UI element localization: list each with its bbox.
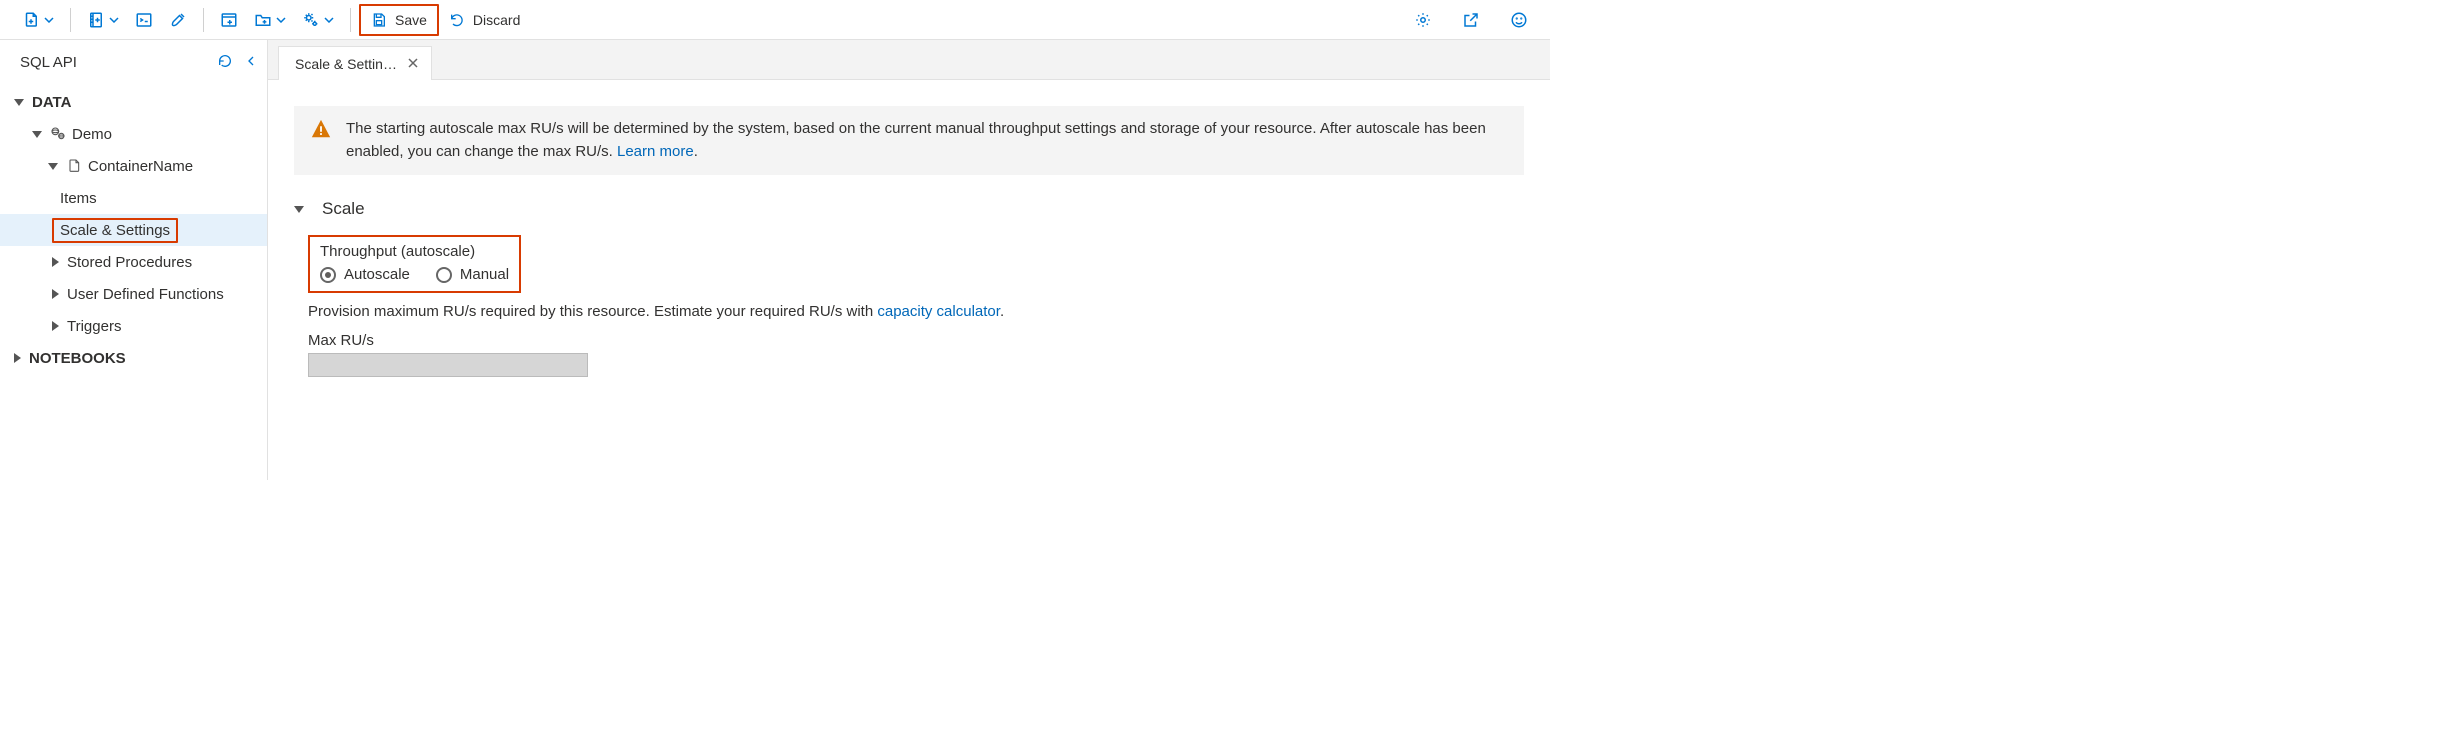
chevron-down-icon: [276, 17, 286, 23]
divider: [203, 8, 204, 32]
caret-down-icon: [294, 206, 304, 213]
throughput-label: Throughput (autoscale): [320, 243, 509, 260]
refresh-button[interactable]: [217, 53, 233, 72]
undo-icon: [449, 12, 465, 28]
caret-down-icon: [48, 163, 58, 170]
provision-text: Provision maximum RU/s required by this …: [308, 303, 1524, 320]
tree-item-items[interactable]: Items: [0, 182, 267, 214]
chevron-down-icon: [44, 17, 54, 23]
scale-heading-label: Scale: [322, 199, 365, 219]
folder-dropdown-button[interactable]: [246, 4, 294, 36]
caret-right-icon: [14, 353, 21, 363]
tree-item-udf[interactable]: User Defined Functions: [0, 278, 267, 310]
window-icon: [220, 11, 238, 29]
settings-button[interactable]: [1406, 4, 1440, 36]
divider: [70, 8, 71, 32]
collapse-button[interactable]: [243, 53, 259, 72]
chevron-down-icon: [109, 17, 119, 23]
new-container-button[interactable]: [79, 4, 127, 36]
caret-down-icon: [14, 99, 24, 106]
caret-right-icon: [52, 289, 59, 299]
radio-icon: [436, 267, 452, 283]
refresh-icon: [217, 53, 233, 69]
tree-item-stored-procedures[interactable]: Stored Procedures: [0, 246, 267, 278]
close-icon: [407, 57, 419, 69]
main-area: Scale & Settin… The starting autoscale m…: [268, 40, 1550, 480]
external-link-icon: [1462, 11, 1480, 29]
tree-item-triggers[interactable]: Triggers: [0, 310, 267, 342]
chevron-left-icon: [243, 53, 259, 69]
caret-down-icon: [32, 131, 42, 138]
tree: DATA Demo ContainerName Items Scale & Se: [0, 84, 267, 374]
database-label: Demo: [72, 126, 112, 143]
section-label: DATA: [32, 94, 71, 111]
caret-right-icon: [52, 321, 59, 331]
new-document-button[interactable]: [14, 4, 62, 36]
section-notebooks[interactable]: NOTEBOOKS: [0, 342, 267, 374]
feedback-button[interactable]: [1502, 4, 1536, 36]
radio-manual[interactable]: Manual: [436, 266, 509, 283]
banner-text: The starting autoscale max RU/s will be …: [346, 120, 1486, 160]
database-icon: [50, 126, 66, 142]
query-button[interactable]: [127, 4, 161, 36]
tab-bar: Scale & Settin…: [268, 40, 1550, 80]
tab-label: Scale & Settin…: [295, 56, 397, 72]
chevron-down-icon: [324, 17, 334, 23]
caret-right-icon: [52, 257, 59, 267]
scale-section-heading[interactable]: Scale: [294, 199, 1524, 219]
container-node[interactable]: ContainerName: [0, 150, 267, 182]
section-data[interactable]: DATA: [0, 86, 267, 118]
info-banner: The starting autoscale max RU/s will be …: [294, 106, 1524, 175]
tab-close-button[interactable]: [407, 56, 419, 72]
container-label: ContainerName: [88, 158, 193, 175]
discard-label: Discard: [473, 12, 520, 28]
smiley-icon: [1510, 11, 1528, 29]
capacity-calculator-link[interactable]: capacity calculator: [877, 303, 1000, 320]
tab-scale-settings[interactable]: Scale & Settin…: [278, 46, 432, 80]
new-document-icon: [22, 11, 40, 29]
settings-dropdown-button[interactable]: [294, 4, 342, 36]
gear-icon: [1414, 11, 1432, 29]
database-node[interactable]: Demo: [0, 118, 267, 150]
throughput-block: Throughput (autoscale) Autoscale Manual: [308, 235, 521, 293]
gears-icon: [302, 11, 320, 29]
open-external-button[interactable]: [1454, 4, 1488, 36]
divider: [350, 8, 351, 32]
discard-button[interactable]: Discard: [439, 4, 530, 36]
brush-icon: [169, 11, 187, 29]
brush-button[interactable]: [161, 4, 195, 36]
maxru-label: Max RU/s: [308, 332, 1524, 349]
tree-item-scale-settings[interactable]: Scale & Settings: [0, 214, 267, 246]
warning-icon: [310, 118, 332, 140]
top-toolbar: Save Discard: [0, 0, 1550, 40]
sidebar: SQL API DATA Dem: [0, 40, 268, 480]
save-icon: [371, 12, 387, 28]
radio-icon: [320, 267, 336, 283]
save-button[interactable]: Save: [359, 4, 439, 36]
notebook-icon: [87, 11, 105, 29]
container-icon: [66, 158, 82, 174]
learn-more-link[interactable]: Learn more: [617, 143, 694, 160]
terminal-icon: [135, 11, 153, 29]
open-button[interactable]: [212, 4, 246, 36]
sidebar-title: SQL API: [20, 54, 217, 71]
folder-icon: [254, 11, 272, 29]
save-label: Save: [395, 12, 427, 28]
maxru-input: [308, 353, 588, 377]
section-label: NOTEBOOKS: [29, 350, 126, 367]
radio-autoscale[interactable]: Autoscale: [320, 266, 410, 283]
